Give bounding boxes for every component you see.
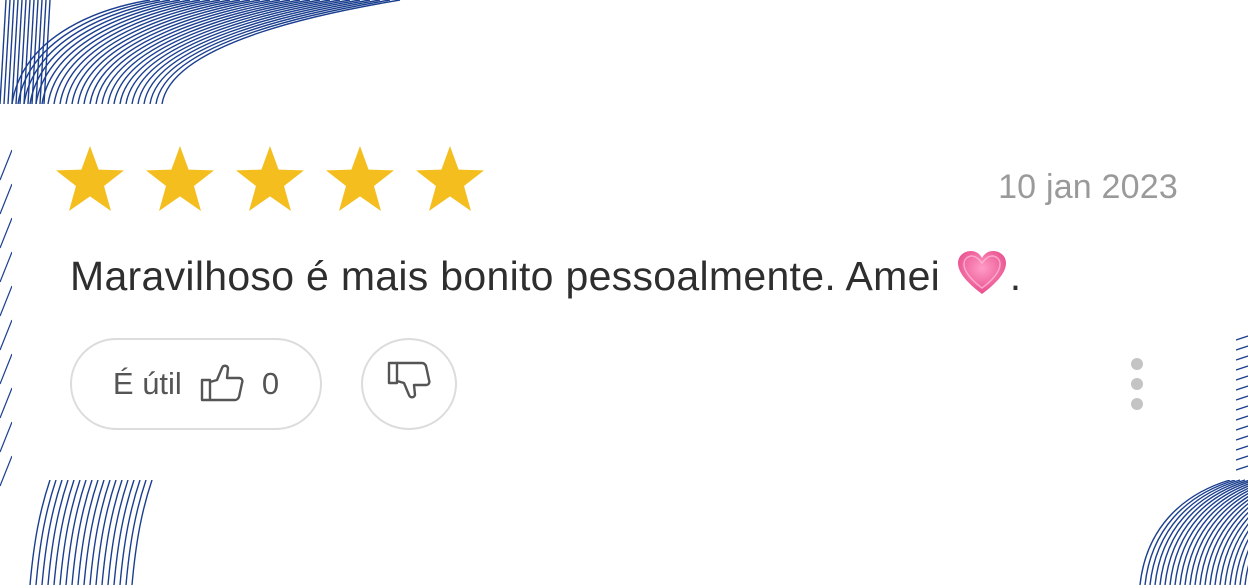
more-vertical-icon-dot — [1131, 398, 1143, 410]
useful-button[interactable]: É útil 0 — [70, 338, 322, 430]
thumbs-up-icon — [200, 362, 244, 407]
star-icon — [54, 144, 126, 214]
useful-label: É útil — [112, 366, 182, 401]
more-vertical-icon-dot — [1131, 378, 1143, 390]
more-vertical-icon — [1131, 358, 1143, 370]
review-text-end: . — [1009, 253, 1022, 299]
thumbs-down-icon — [387, 361, 431, 408]
review-text: Maravilhoso é mais bonito pessoalmente. … — [70, 250, 1021, 306]
star-rating — [54, 144, 486, 214]
star-icon — [234, 144, 306, 214]
pink-heart-icon — [956, 250, 1008, 306]
more-options-button[interactable] — [1130, 358, 1144, 410]
review-screenshot: 10 jan 2023 Maravilhoso é mais bonito pe… — [0, 0, 1248, 585]
star-icon — [144, 144, 216, 214]
star-icon — [324, 144, 396, 214]
review-date: 10 jan 2023 — [998, 168, 1178, 206]
not-useful-button[interactable] — [361, 338, 457, 430]
star-icon — [414, 144, 486, 214]
review-text-main: Maravilhoso é mais bonito pessoalmente. … — [70, 253, 941, 299]
useful-count: 0 — [261, 366, 280, 401]
review-card: 10 jan 2023 Maravilhoso é mais bonito pe… — [12, 104, 1236, 480]
